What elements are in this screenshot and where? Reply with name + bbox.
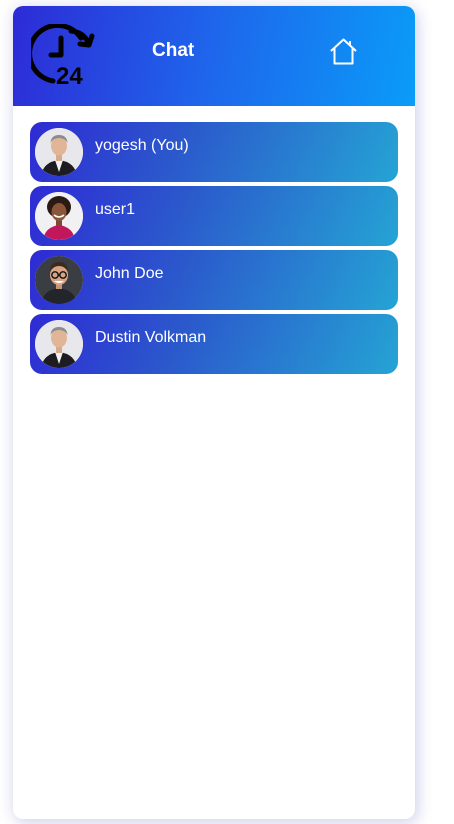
- page-title: Chat: [152, 40, 195, 61]
- home-icon[interactable]: [329, 37, 358, 66]
- contact-name: Dustin Volkman: [95, 329, 207, 346]
- avatar: [35, 320, 83, 368]
- avatar: [35, 256, 83, 304]
- contact-item[interactable]: yogesh (You): [30, 122, 398, 182]
- avatar: [35, 192, 83, 240]
- woman-curly-hair-avatar-icon: [35, 192, 83, 240]
- avatar: [35, 128, 83, 176]
- contact-item[interactable]: John Doe: [30, 250, 398, 310]
- chat-panel: 24 Chat yogesh (You) user1 John Doe Dust…: [13, 6, 415, 819]
- man-in-suit-avatar-icon: [35, 320, 83, 368]
- contact-item[interactable]: Dustin Volkman: [30, 314, 398, 374]
- man-glasses-avatar-icon: [35, 256, 83, 304]
- chat-header: 24 Chat: [13, 6, 415, 106]
- 24-hours-clock-icon: 24: [31, 24, 95, 90]
- contact-name: user1: [95, 201, 136, 218]
- contact-item[interactable]: user1: [30, 186, 398, 246]
- contact-name: John Doe: [95, 265, 164, 282]
- contact-name: yogesh (You): [95, 137, 189, 154]
- man-in-suit-avatar-icon: [35, 128, 83, 176]
- contact-list: yogesh (You) user1 John Doe Dustin Volkm…: [30, 122, 398, 378]
- svg-text:24: 24: [56, 63, 83, 90]
